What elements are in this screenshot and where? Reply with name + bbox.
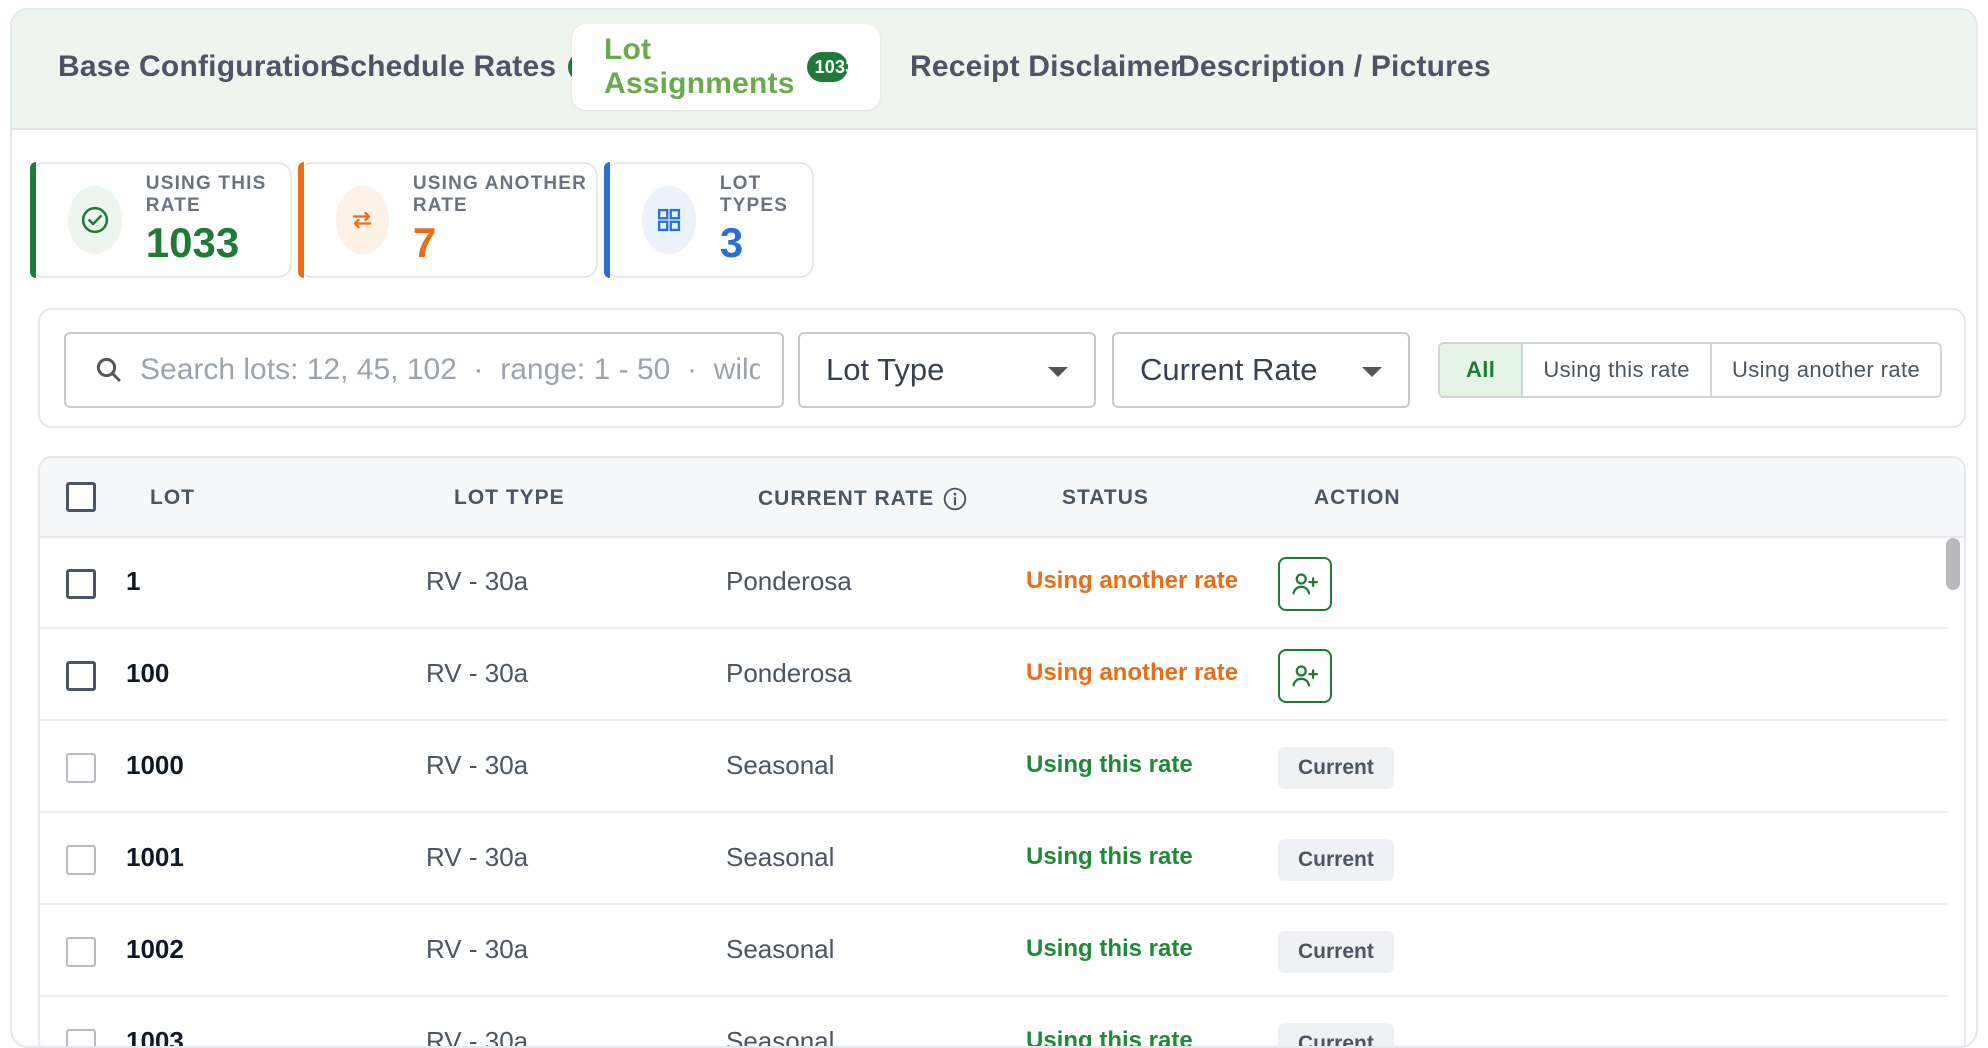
lot-table: LOT LOT TYPE CURRENT RATE STATUS ACTION …: [38, 456, 1966, 1048]
tab-description-pictures[interactable]: Description / Pictures: [1178, 24, 1491, 110]
cell-lot: 1002: [126, 934, 184, 965]
stat-using-this-rate: USING THIS RATE 1033: [30, 162, 292, 278]
tab-schedule-rates[interactable]: Schedule Rates 4: [330, 24, 598, 110]
row-checkbox[interactable]: [66, 661, 96, 691]
cell-lot: 1001: [126, 842, 184, 873]
select-all-checkbox[interactable]: [66, 482, 96, 512]
tab-bar: Base Configuration Schedule Rates 4 Lot …: [12, 10, 1976, 130]
status-text: Using this rate: [1026, 751, 1193, 779]
status-text: Using this rate: [1026, 1027, 1193, 1048]
stat-label: LOT TYPES: [720, 173, 812, 217]
cell-lot: 100: [126, 658, 169, 689]
cell-current-rate: Seasonal: [726, 934, 834, 965]
row-checkbox[interactable]: [66, 1029, 96, 1048]
column-header-lot[interactable]: LOT: [150, 486, 195, 510]
filter-panel: Lot Type Current Rate All Using this rat…: [38, 308, 1966, 428]
column-header-lot-type[interactable]: LOT TYPE: [454, 486, 565, 510]
cell-current-rate: Ponderosa: [726, 566, 852, 597]
tab-lot-assignments[interactable]: Lot Assignments 1033: [572, 24, 880, 110]
row-checkbox[interactable]: [66, 569, 96, 599]
scrollbar-thumb[interactable]: [1946, 538, 1960, 590]
select-label: Lot Type: [826, 352, 944, 388]
status-text: Using another rate: [1026, 659, 1238, 687]
cell-lot-type: RV - 30a: [426, 842, 528, 873]
cell-lot-type: RV - 30a: [426, 566, 528, 597]
tab-label: Lot Assignments: [604, 33, 795, 101]
current-rate-badge: Current: [1278, 747, 1394, 789]
column-header-current-rate[interactable]: CURRENT RATE: [758, 486, 968, 512]
current-rate-select[interactable]: Current Rate: [1112, 332, 1410, 408]
column-header-label: CURRENT RATE: [758, 487, 934, 511]
caret-down-icon: [1048, 367, 1068, 377]
cell-lot: 1003: [126, 1026, 184, 1048]
rate-editor-panel: Base Configuration Schedule Rates 4 Lot …: [10, 8, 1978, 1048]
cell-lot: 1: [126, 566, 140, 597]
stat-value: 7: [413, 219, 596, 267]
column-header-action: ACTION: [1314, 486, 1401, 510]
select-label: Current Rate: [1140, 352, 1317, 388]
table-scrollbar[interactable]: [1946, 538, 1960, 1048]
status-filter-segmented: All Using this rate Using another rate: [1438, 342, 1942, 398]
segment-all[interactable]: All: [1440, 344, 1521, 396]
stat-label: USING ANOTHER RATE: [413, 173, 596, 217]
lot-type-select[interactable]: Lot Type: [798, 332, 1096, 408]
swap-arrows-icon: [336, 186, 389, 254]
stat-value: 3: [720, 219, 812, 267]
status-text: Using another rate: [1026, 567, 1238, 595]
stat-lot-types: LOT TYPES 3: [604, 162, 814, 278]
table-row[interactable]: 1003 RV - 30a Seasonal Using this rate Curre…: [40, 998, 1948, 1048]
cell-lot-type: RV - 30a: [426, 1026, 528, 1048]
tab-count-badge: 1033: [807, 52, 848, 82]
cell-current-rate: Ponderosa: [726, 658, 852, 689]
assign-rate-button[interactable]: [1278, 649, 1332, 703]
user-plus-icon: [1290, 569, 1320, 599]
table-row[interactable]: 100 RV - 30a Ponderosa Using another rate: [40, 630, 1948, 721]
cell-lot-type: RV - 30a: [426, 934, 528, 965]
cell-lot: 1000: [126, 750, 184, 781]
search-icon: [94, 355, 124, 385]
cell-lot-type: RV - 30a: [426, 750, 528, 781]
stat-using-another-rate: USING ANOTHER RATE 7: [298, 162, 598, 278]
current-rate-badge: Current: [1278, 1023, 1394, 1048]
cell-current-rate: Seasonal: [726, 750, 834, 781]
user-plus-icon: [1290, 661, 1320, 691]
cell-current-rate: Seasonal: [726, 842, 834, 873]
search-box[interactable]: [64, 332, 784, 408]
segment-using-this-rate[interactable]: Using this rate: [1521, 344, 1710, 396]
tab-base-configuration[interactable]: Base Configuration: [58, 24, 338, 110]
caret-down-icon: [1362, 367, 1382, 377]
tab-label: Receipt Disclaimer: [910, 50, 1182, 84]
assign-rate-button[interactable]: [1278, 557, 1332, 611]
table-row[interactable]: 1 RV - 30a Ponderosa Using another rate: [40, 538, 1948, 629]
tab-label: Description / Pictures: [1178, 50, 1491, 84]
info-icon[interactable]: [942, 486, 968, 512]
cell-current-rate: Seasonal: [726, 1026, 834, 1048]
column-header-status[interactable]: STATUS: [1062, 486, 1149, 510]
stat-value: 1033: [146, 219, 290, 267]
tab-receipt-disclaimer[interactable]: Receipt Disclaimer: [910, 24, 1182, 110]
status-text: Using this rate: [1026, 843, 1193, 871]
check-circle-icon: [68, 186, 122, 254]
stat-accent-bar: [298, 162, 304, 278]
row-checkbox[interactable]: [66, 753, 96, 783]
current-rate-badge: Current: [1278, 931, 1394, 973]
tab-label: Base Configuration: [58, 50, 338, 84]
table-row[interactable]: 1002 RV - 30a Seasonal Using this rate Curre…: [40, 906, 1948, 997]
tab-label: Schedule Rates: [330, 50, 556, 84]
stat-label: USING THIS RATE: [146, 173, 290, 217]
table-row[interactable]: 1001 RV - 30a Seasonal Using this rate Curre…: [40, 814, 1948, 905]
stat-accent-bar: [604, 162, 610, 278]
segment-using-another-rate[interactable]: Using another rate: [1710, 344, 1940, 396]
cell-lot-type: RV - 30a: [426, 658, 528, 689]
row-checkbox[interactable]: [66, 937, 96, 967]
current-rate-badge: Current: [1278, 839, 1394, 881]
stat-accent-bar: [30, 162, 36, 278]
table-header: LOT LOT TYPE CURRENT RATE STATUS ACTION: [40, 458, 1964, 538]
grid-icon: [642, 186, 696, 254]
status-text: Using this rate: [1026, 935, 1193, 963]
row-checkbox[interactable]: [66, 845, 96, 875]
search-input[interactable]: [140, 353, 760, 387]
table-row[interactable]: 1000 RV - 30a Seasonal Using this rate Curre…: [40, 722, 1948, 813]
